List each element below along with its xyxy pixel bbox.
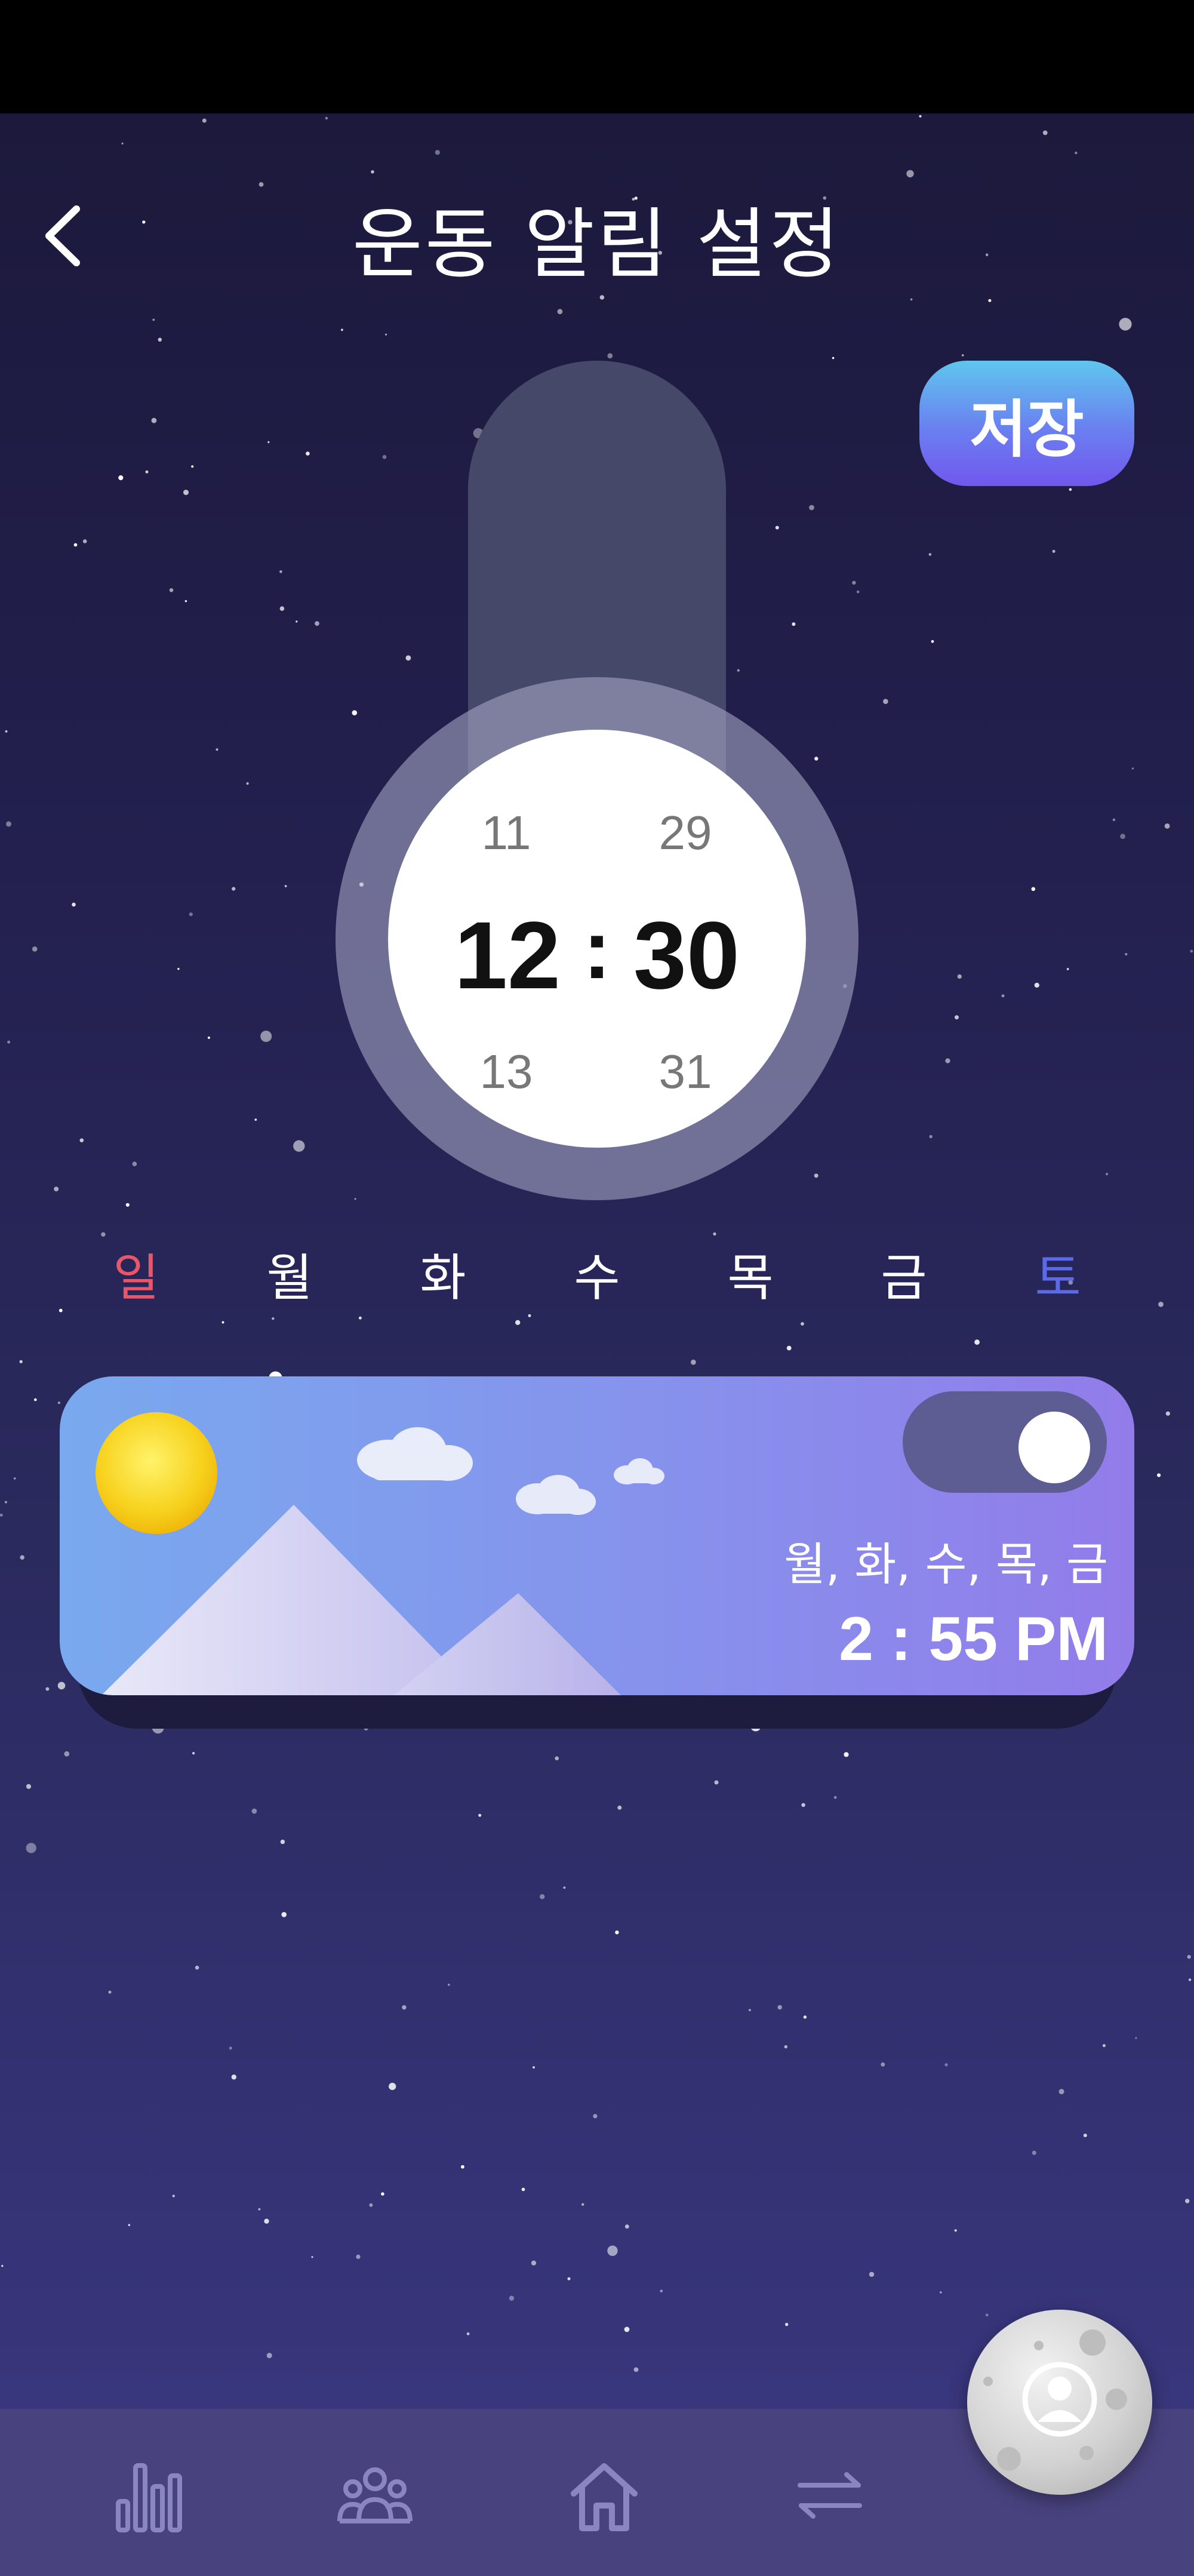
nav-community[interactable] — [327, 2451, 423, 2540]
minute-next-option[interactable]: 31 — [626, 1042, 745, 1102]
chevron-left-icon — [45, 205, 80, 266]
minute-selected[interactable]: 30 — [609, 902, 764, 1009]
weekday-sunday[interactable]: 일 — [76, 1242, 196, 1314]
alarm-days: 월, 화, 수, 목, 금 — [784, 1538, 1108, 1591]
weekday-thursday[interactable]: 목 — [691, 1242, 810, 1314]
weekday-wednesday[interactable]: 수 — [537, 1242, 657, 1314]
nav-home[interactable] — [556, 2451, 652, 2540]
weekday-tuesday[interactable]: 화 — [383, 1242, 503, 1314]
bar-chart-icon — [116, 2463, 182, 2532]
minute-prev-option[interactable]: 29 — [626, 803, 745, 863]
hour-selected[interactable]: 12 — [430, 902, 585, 1009]
nav-switch[interactable] — [782, 2451, 878, 2540]
save-button[interactable]: 저장 — [919, 361, 1134, 486]
weekday-friday[interactable]: 금 — [844, 1242, 964, 1314]
alarm-time: 2 : 55 PM — [839, 1604, 1108, 1674]
cloud-icon — [357, 1427, 473, 1481]
back-button[interactable] — [30, 191, 96, 281]
sun-icon — [96, 1412, 217, 1534]
home-icon — [571, 2463, 638, 2531]
profile-button[interactable] — [967, 2310, 1152, 2495]
group-icon — [337, 2467, 413, 2523]
weekday-monday[interactable]: 월 — [230, 1242, 349, 1314]
hour-prev-option[interactable]: 11 — [447, 803, 566, 863]
page-title: 운동 알림 설정 — [352, 200, 842, 289]
toggle-knob — [1018, 1412, 1090, 1483]
status-bar — [0, 0, 1194, 113]
moon-avatar-icon — [983, 2329, 1127, 2471]
hour-next-option[interactable]: 13 — [447, 1042, 566, 1102]
weekday-saturday[interactable]: 토 — [998, 1242, 1118, 1314]
nav-stats[interactable] — [101, 2451, 197, 2540]
screen: 운동 알림 설정 저장 11 29 12 : 30 13 31 일 월 화 수 … — [0, 0, 1194, 2576]
swap-arrows-icon — [798, 2472, 862, 2519]
